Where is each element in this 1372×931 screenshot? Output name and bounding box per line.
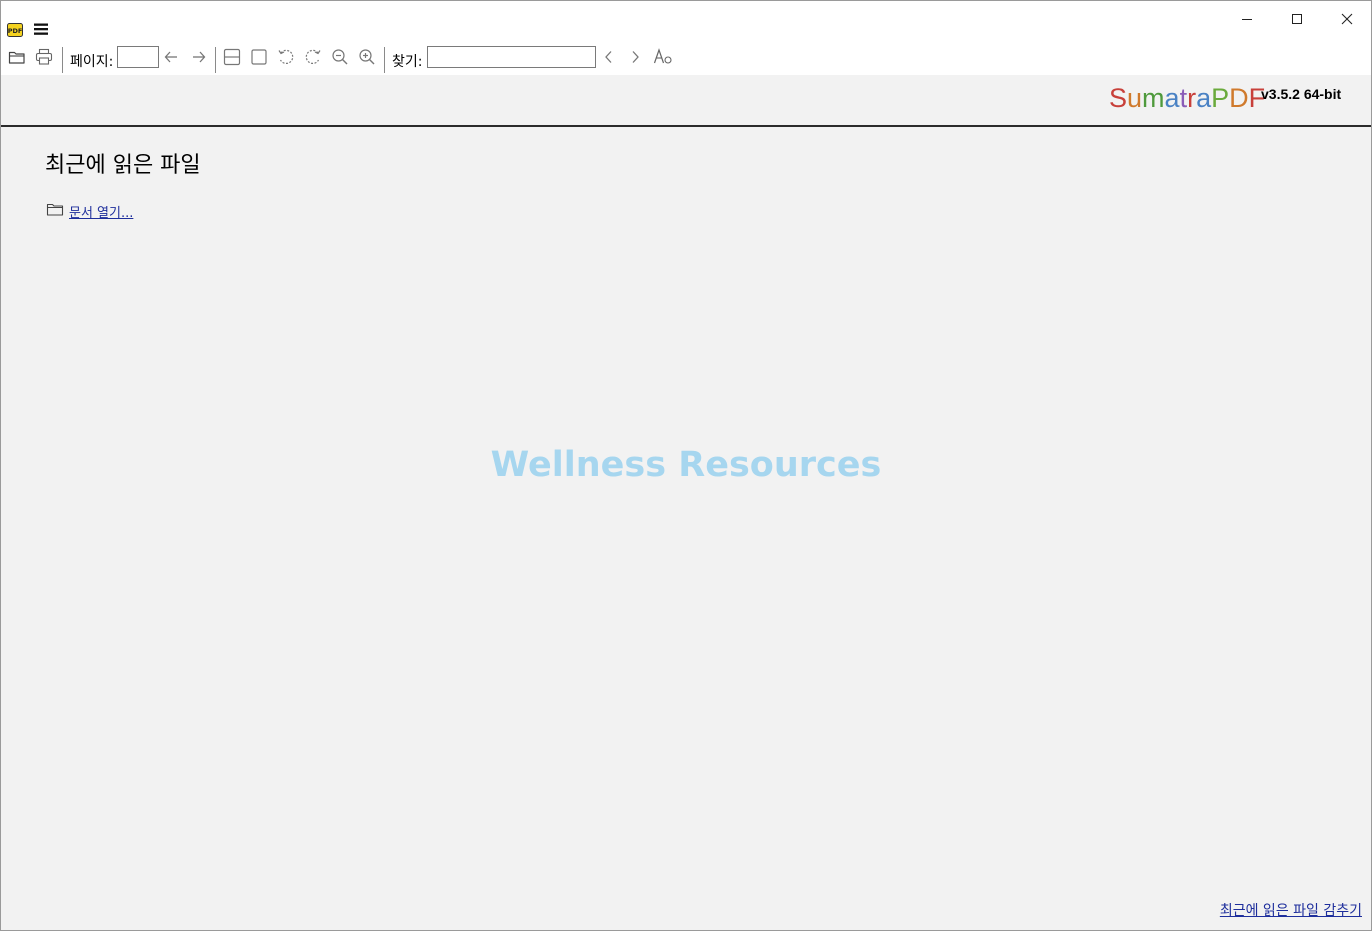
fit-width-button[interactable] (220, 47, 244, 71)
print-button[interactable] (32, 47, 56, 71)
version-label: v3.5.2 64-bit (1261, 86, 1342, 102)
close-button[interactable] (1324, 1, 1370, 37)
logo-letter: a (1196, 83, 1212, 113)
logo-letter: m (1142, 83, 1165, 113)
match-case-icon (653, 48, 673, 70)
fit-page-icon (250, 48, 268, 70)
toolbar-separator (62, 47, 63, 73)
brand-bar: SumatraPDF v3.5.2 64-bit (1, 75, 1371, 127)
logo-letter: t (1179, 83, 1188, 113)
watermark-text: Wellness Resources (490, 445, 882, 485)
rotate-left-icon (277, 48, 295, 70)
rotate-left-button[interactable] (274, 47, 298, 71)
logo-letter: S (1109, 83, 1128, 113)
chevron-right-icon (627, 49, 643, 69)
minimize-button[interactable] (1224, 1, 1270, 37)
sumatra-pdf-app-icon[interactable]: PDF (7, 22, 23, 37)
hide-recent-files-link[interactable]: 최근에 읽은 파일 감추기 (1220, 900, 1362, 920)
zoom-out-button[interactable] (328, 47, 352, 71)
app-icon-text: PDF (8, 27, 23, 35)
open-file-button[interactable] (5, 47, 29, 71)
sumatrapdf-logo-text: SumatraPDF (1109, 83, 1265, 114)
printer-icon (35, 48, 53, 70)
toolbar-separator (384, 47, 385, 73)
sumatra-window: PDF 페이지: 찾기: SumatraPDF v3.5.2 64-bit 최근… (0, 0, 1372, 931)
zoom-in-button[interactable] (355, 47, 379, 71)
logo-letter: D (1229, 83, 1249, 113)
home-page: SumatraPDF v3.5.2 64-bit 최근에 읽은 파일 문서 열기… (1, 75, 1371, 930)
open-document-label[interactable]: 문서 열기... (69, 202, 133, 221)
chevron-left-icon (601, 49, 617, 69)
fit-page-button[interactable] (247, 47, 271, 71)
open-document-link[interactable]: 문서 열기... (46, 202, 133, 221)
zoom-in-icon (358, 48, 376, 70)
previous-page-button[interactable] (159, 47, 183, 71)
folder-icon (46, 202, 64, 221)
toolbar-separator (215, 47, 216, 73)
maximize-button[interactable] (1274, 1, 1320, 37)
folder-open-icon (8, 49, 26, 69)
match-case-button[interactable] (651, 47, 675, 71)
logo-letter: a (1164, 83, 1180, 113)
fit-width-icon (223, 48, 241, 70)
find-input[interactable] (427, 46, 596, 68)
title-bar: PDF (1, 1, 1371, 41)
page-label: 페이지: (70, 54, 114, 70)
find-label: 찾기: (392, 54, 423, 70)
rotate-right-button[interactable] (301, 47, 325, 71)
find-next-button[interactable] (623, 47, 647, 71)
find-previous-button[interactable] (597, 47, 621, 71)
logo-letter: r (1187, 83, 1197, 113)
rotate-right-icon (304, 48, 322, 70)
logo-letter: P (1211, 83, 1230, 113)
toolbar: 페이지: 찾기: (1, 43, 1371, 75)
minimize-icon (1241, 10, 1253, 29)
close-icon (1341, 10, 1353, 29)
maximize-icon (1291, 10, 1303, 29)
page-number-input[interactable] (117, 46, 159, 68)
recent-files-title: 최근에 읽은 파일 (45, 153, 201, 178)
zoom-out-icon (331, 48, 349, 70)
next-page-button[interactable] (187, 47, 211, 71)
hamburger-menu-icon[interactable] (33, 21, 49, 37)
logo-letter: u (1127, 83, 1143, 113)
arrow-left-icon (163, 49, 179, 69)
arrow-right-icon (191, 49, 207, 69)
